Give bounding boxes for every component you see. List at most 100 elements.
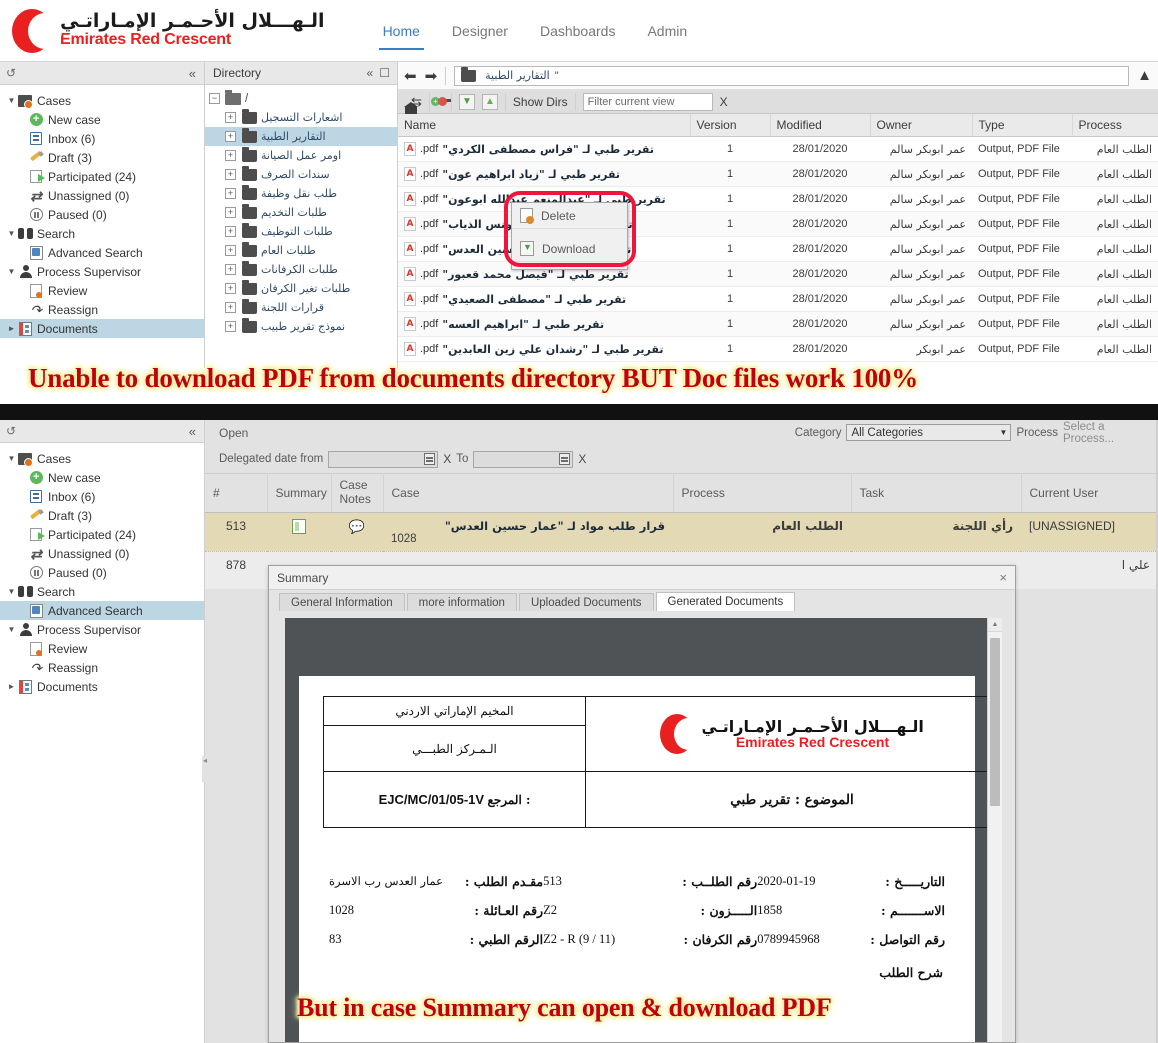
expand-node-icon[interactable]: + xyxy=(225,283,236,294)
collapse-node-icon[interactable]: − xyxy=(209,93,220,104)
tab-generated-documents[interactable]: Generated Documents xyxy=(655,592,796,611)
date-from-input[interactable] xyxy=(328,450,439,468)
column-header-process[interactable]: Process xyxy=(1072,114,1158,137)
expand-node-icon[interactable]: + xyxy=(225,188,236,199)
chevron-down-icon[interactable]: ▼ xyxy=(6,267,17,276)
calendar-icon[interactable] xyxy=(559,453,571,465)
column-header-num[interactable]: # xyxy=(205,473,268,513)
tab-general-information[interactable]: General Information xyxy=(279,593,405,611)
refresh-icon[interactable]: ↺ xyxy=(6,67,16,79)
category-select[interactable]: All Categories ▼ xyxy=(846,424,1012,441)
nav-item-admin[interactable]: Admin xyxy=(633,17,701,45)
sidebar-item-documents[interactable]: ► Documents xyxy=(0,319,204,338)
cell-case-notes[interactable]: 💬 xyxy=(331,511,383,552)
nav-item-designer[interactable]: Designer xyxy=(438,17,522,45)
sidebar-item-unassigned[interactable]: ⇄ Unassigned (0) xyxy=(0,544,204,563)
path-input[interactable]: التقارير الطبية " xyxy=(454,65,1130,86)
directory-folder[interactable]: + طلبات التخديم xyxy=(205,203,397,222)
cell-name[interactable]: A .pdf تقرير طبي لـ "رشدان علي زين العابدي… xyxy=(398,336,690,362)
column-header-owner[interactable]: Owner xyxy=(870,114,973,137)
clear-date-from-button[interactable]: X xyxy=(443,452,451,466)
sidebar-item-advanced-search[interactable]: Advanced Search xyxy=(0,243,204,262)
column-header-process[interactable]: Process xyxy=(673,473,852,513)
chevron-right-icon[interactable]: ► xyxy=(6,324,17,333)
table-row[interactable]: 513 💬 قرار طلب مواد لـ "عمار حسين العدس"… xyxy=(205,511,1158,552)
sidebar-item-cases[interactable]: ▼ Cases xyxy=(0,91,204,110)
brand-logo[interactable]: الـهـــلال الأحـمـر الإمـاراتـي Emirates… xyxy=(12,8,325,53)
nav-item-home[interactable]: Home xyxy=(369,17,434,50)
directory-folder[interactable]: + طلبات التوظيف xyxy=(205,222,397,241)
clear-date-to-button[interactable]: X xyxy=(578,452,586,466)
column-header-case-notes[interactable]: Case Notes xyxy=(331,473,384,513)
directory-root[interactable]: − / xyxy=(205,89,397,108)
expand-node-icon[interactable]: + xyxy=(225,264,236,275)
collapse-left-icon[interactable]: « xyxy=(189,66,196,81)
column-header-type[interactable]: Type xyxy=(972,114,1073,137)
chevron-down-icon[interactable]: ▼ xyxy=(6,229,17,238)
scroll-up-arrow-icon[interactable]: ▲ xyxy=(988,618,1002,632)
chevron-down-icon[interactable]: ▼ xyxy=(6,625,17,634)
sidebar-item-reassign[interactable]: ↷ Reassign xyxy=(0,300,204,319)
sidebar-item-search[interactable]: ▼ Search xyxy=(0,582,204,601)
directory-folder[interactable]: + طلبات تغير الكرفان xyxy=(205,279,397,298)
case-notes-icon[interactable]: 💬 xyxy=(349,519,365,534)
nav-item-dashboards[interactable]: Dashboards xyxy=(526,17,630,45)
arrow-right-icon[interactable]: ➡ xyxy=(425,67,438,85)
scrollbar-thumb[interactable] xyxy=(990,638,1000,806)
column-header-task[interactable]: Task xyxy=(851,473,1022,513)
tab-more-information[interactable]: more information xyxy=(406,593,517,611)
close-icon[interactable]: × xyxy=(999,570,1007,585)
expand-node-icon[interactable]: + xyxy=(225,150,236,161)
refresh-icon[interactable]: ↺ xyxy=(6,425,16,437)
sidebar-item-search[interactable]: ▼ Search xyxy=(0,224,204,243)
process-select[interactable]: Select a Process... xyxy=(1063,421,1158,445)
sidebar-item-review[interactable]: Review xyxy=(0,639,204,658)
sidebar-item-advanced-search-selected[interactable]: Advanced Search xyxy=(0,601,204,620)
summary-icon[interactable] xyxy=(292,518,306,534)
directory-folder[interactable]: + طلبات العام xyxy=(205,241,397,260)
sidebar-item-new-case[interactable]: + New case xyxy=(0,468,204,487)
table-row[interactable]: A .pdf تقرير طبي لـ "مصطفى الصعيدي" 1 28/01/… xyxy=(398,286,1158,312)
sidebar-item-unassigned[interactable]: ⇄ Unassigned (0) xyxy=(0,186,204,205)
sidebar-item-inbox[interactable]: Inbox (6) xyxy=(0,129,204,148)
cell-name[interactable]: A .pdf تقرير طبي لـ "مصطفى الصعيدي" xyxy=(398,286,690,312)
directory-folder-selected[interactable]: + التقارير الطبية xyxy=(205,127,397,146)
expand-node-icon[interactable]: + xyxy=(225,321,236,332)
sidebar-item-new-case[interactable]: + New case xyxy=(0,110,204,129)
download-icon[interactable]: ▼ xyxy=(458,93,475,110)
chevron-down-icon[interactable]: ▼ xyxy=(6,587,17,596)
filter-input[interactable]: Filter current view xyxy=(582,92,713,111)
upload-icon[interactable]: ▲ xyxy=(481,93,498,110)
calendar-icon[interactable] xyxy=(424,453,436,465)
expand-node-icon[interactable]: + xyxy=(225,226,236,237)
sidebar-item-process-supervisor[interactable]: ▼ Process Supervisor xyxy=(0,262,204,281)
sidebar-item-draft[interactable]: Draft (3) xyxy=(0,148,204,167)
table-row[interactable]: A .pdf تقرير طبي لـ "ابراهيم العسه" 1 28/01/… xyxy=(398,311,1158,337)
directory-folder[interactable]: + طلب نقل وظيفة xyxy=(205,184,397,203)
chevron-right-icon[interactable]: ► xyxy=(6,682,17,691)
up-folder-icon[interactable]: ▲ xyxy=(1137,67,1152,84)
sidebar-item-review[interactable]: Review xyxy=(0,281,204,300)
directory-folder[interactable]: + اومر عمل الصيانة xyxy=(205,146,397,165)
sidebar-item-participated[interactable]: Participated (24) xyxy=(0,167,204,186)
chevron-down-icon[interactable]: ▼ xyxy=(6,96,17,105)
expand-node-icon[interactable]: + xyxy=(225,131,236,142)
column-header-summary[interactable]: Summary xyxy=(267,473,332,513)
sidebar-item-process-supervisor[interactable]: ▼ Process Supervisor xyxy=(0,620,204,639)
show-dirs-button[interactable]: Show Dirs xyxy=(513,95,568,109)
pdf-viewer[interactable]: المخيم الإماراتي الاردني الـهـــلال الأح… xyxy=(285,618,1002,1042)
date-to-input[interactable] xyxy=(473,450,574,468)
column-header-modified[interactable]: Modified xyxy=(770,114,871,137)
pdf-vertical-scrollbar[interactable]: ▲ xyxy=(987,618,1002,1042)
directory-folder[interactable]: + سندات الصرف xyxy=(205,165,397,184)
expand-node-icon[interactable]: + xyxy=(225,207,236,218)
directory-folder[interactable]: + طلبات الكرفانات xyxy=(205,260,397,279)
maximize-icon[interactable]: ☐ xyxy=(379,66,390,80)
column-header-name[interactable]: Name xyxy=(398,114,691,137)
sidebar-item-participated[interactable]: Participated (24) xyxy=(0,525,204,544)
panel-splitter-handle[interactable]: ◂ xyxy=(202,756,208,782)
directory-folder[interactable]: + نموذج تقرير طبيب xyxy=(205,317,397,336)
context-menu-download[interactable]: Download xyxy=(512,236,627,262)
expand-node-icon[interactable]: + xyxy=(225,169,236,180)
column-header-current-user[interactable]: Current User xyxy=(1021,473,1158,513)
